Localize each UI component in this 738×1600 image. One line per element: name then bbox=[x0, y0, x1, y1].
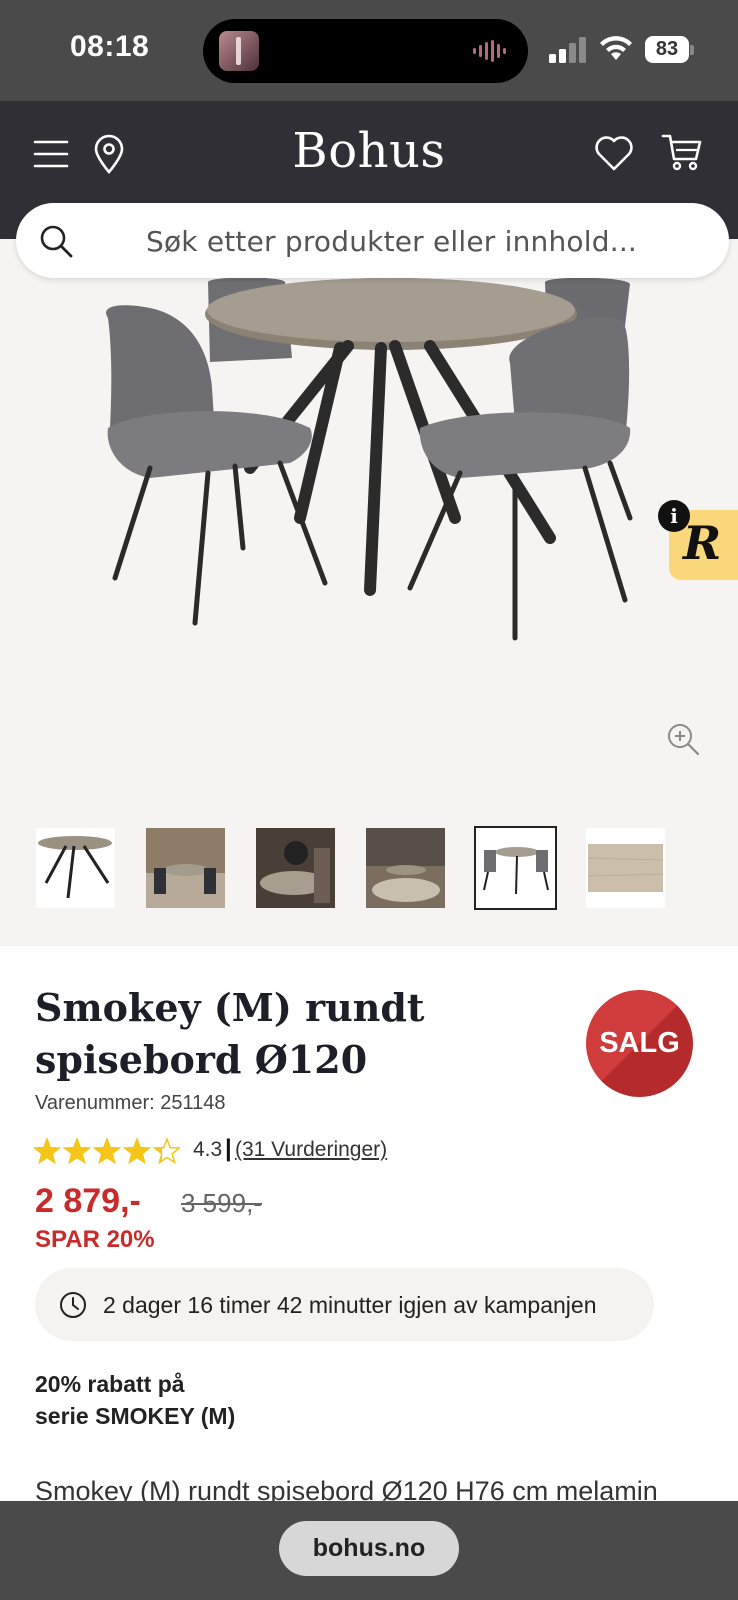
thumbnail-room-1[interactable] bbox=[146, 828, 225, 908]
cellular-signal-icon bbox=[549, 37, 586, 63]
thumbnail-dining-set[interactable] bbox=[474, 826, 557, 910]
product-info: Smokey (M) rundt spisebord Ø120 SALG Var… bbox=[0, 946, 738, 1506]
battery-icon: 83 bbox=[645, 36, 694, 63]
thumbnail-wood-surface[interactable] bbox=[586, 828, 665, 908]
rating-separator: | bbox=[225, 1135, 232, 1162]
rating-stars[interactable] bbox=[34, 1138, 180, 1166]
thumbnail-wood-surface-image bbox=[587, 844, 664, 892]
wishlist-heart-icon[interactable] bbox=[594, 134, 634, 172]
campaign-countdown: 2 dager 16 timer 42 minutter igjen av ka… bbox=[35, 1268, 654, 1341]
dining-set-illustration bbox=[106, 277, 633, 641]
original-price: 3 599,- bbox=[181, 1188, 262, 1218]
status-bar: 08:18 83 bbox=[0, 0, 738, 101]
thumbnail-strip bbox=[0, 826, 738, 916]
series-discount: 20% rabatt på serie SMOKEY (M) bbox=[35, 1368, 235, 1432]
product-title: Smokey (M) rundt spisebord Ø120 bbox=[35, 982, 555, 1086]
star-icon bbox=[34, 1138, 62, 1165]
address-bar[interactable]: bohus.no bbox=[279, 1521, 459, 1576]
thumbnail-room-3[interactable] bbox=[366, 828, 445, 908]
discount-line-1: 20% rabatt på bbox=[35, 1371, 185, 1397]
product-sku: Varenummer: 251148 bbox=[35, 1092, 226, 1114]
star-icon bbox=[62, 1138, 92, 1165]
current-price: 2 879,- bbox=[35, 1182, 141, 1220]
product-main-image[interactable] bbox=[0, 277, 738, 798]
star-icon bbox=[92, 1138, 122, 1165]
shopping-cart-icon[interactable] bbox=[661, 132, 703, 172]
page: 08:18 83 Bohus R i Søk etter produkter e… bbox=[0, 0, 738, 1600]
search-icon bbox=[40, 225, 73, 258]
campaign-text: 2 dager 16 timer 42 minutter igjen av ka… bbox=[103, 1292, 597, 1318]
product-title-line-2: spisebord Ø120 bbox=[35, 1037, 368, 1082]
star-icon bbox=[122, 1138, 152, 1165]
zoom-in-icon[interactable] bbox=[666, 722, 700, 756]
discount-line-2: serie SMOKEY (M) bbox=[35, 1403, 236, 1429]
status-time: 08:18 bbox=[70, 30, 150, 63]
wifi-icon bbox=[600, 36, 632, 60]
star-icon bbox=[152, 1138, 180, 1165]
reviews-link[interactable]: (31 Vurderinger) bbox=[235, 1138, 387, 1162]
clock-icon bbox=[60, 1292, 86, 1318]
audio-wave-icon bbox=[473, 40, 506, 62]
browser-bottom-bar: bohus.no bbox=[0, 1501, 738, 1600]
search-input[interactable]: Søk etter produkter eller innhold... bbox=[146, 225, 637, 258]
review-widget-logo: R bbox=[683, 516, 722, 570]
dynamic-island[interactable] bbox=[203, 19, 528, 83]
battery-level: 83 bbox=[645, 36, 689, 63]
sale-badge: SALG bbox=[586, 990, 693, 1097]
now-playing-artwork bbox=[219, 31, 259, 71]
thumbnail-room-3-image bbox=[366, 828, 445, 908]
thumbnail-dining-set-image bbox=[483, 847, 549, 895]
saving-label: SPAR 20% bbox=[35, 1226, 155, 1253]
thumbnail-room-2[interactable] bbox=[256, 828, 335, 908]
battery-cap bbox=[690, 45, 694, 55]
product-title-line-1: Smokey (M) rundt bbox=[35, 985, 425, 1030]
thumbnail-table[interactable] bbox=[36, 828, 115, 908]
thumbnail-room-1-image bbox=[146, 828, 225, 908]
thumbnail-table-image bbox=[38, 836, 112, 899]
search-bar[interactable]: Søk etter produkter eller innhold... bbox=[16, 203, 729, 278]
rating-value: 4.3 bbox=[193, 1138, 223, 1161]
info-icon[interactable]: i bbox=[658, 500, 690, 532]
thumbnail-room-2-image bbox=[256, 828, 335, 908]
